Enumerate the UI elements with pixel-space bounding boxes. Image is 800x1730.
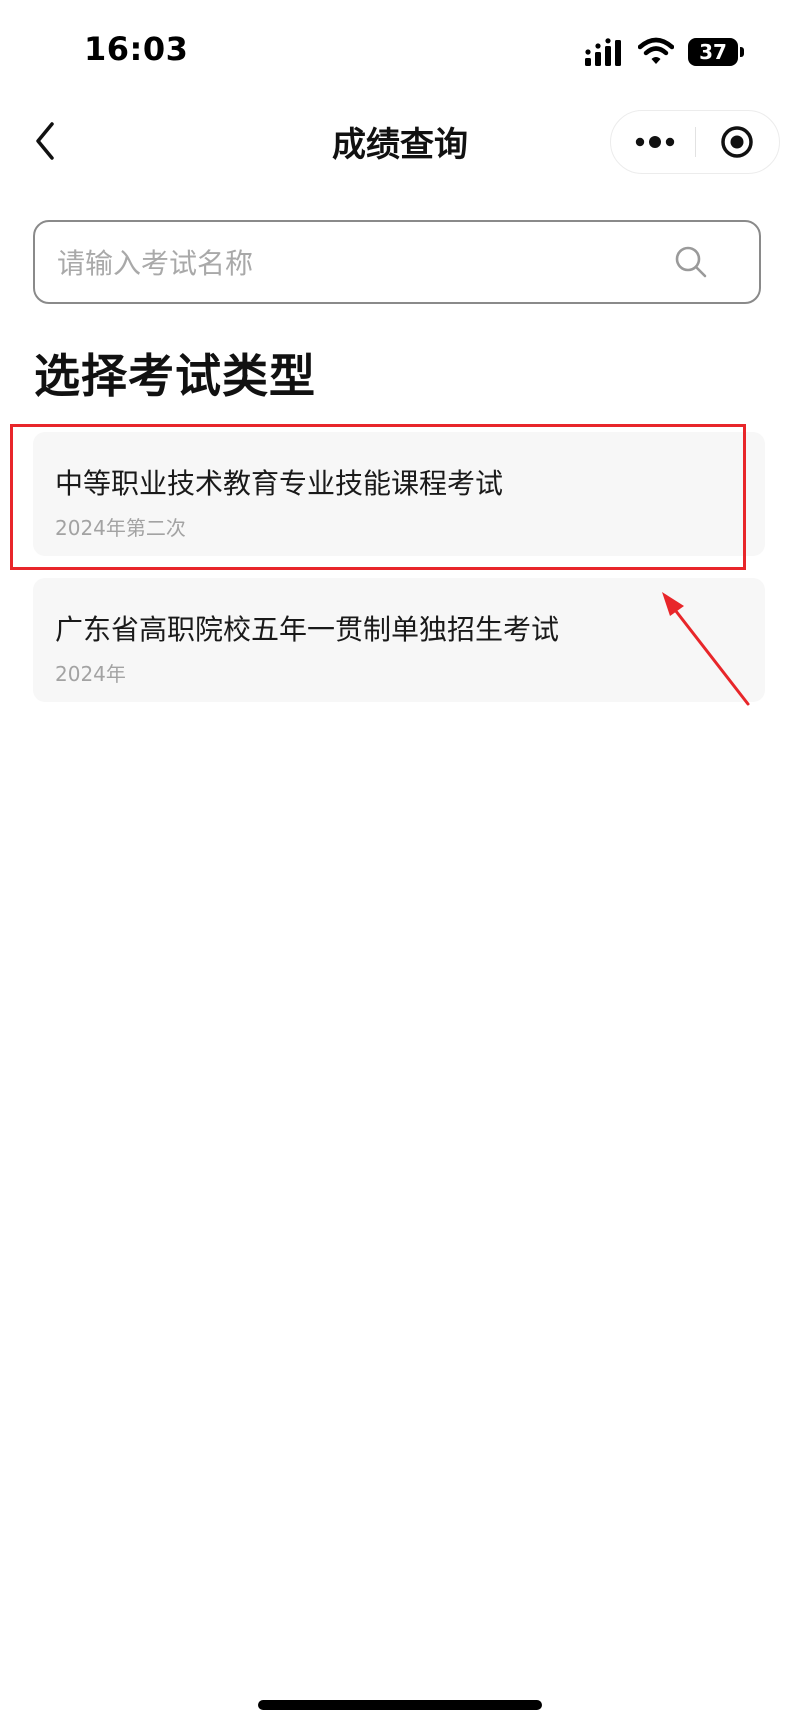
status-bar: 16:03 37 — [0, 0, 800, 100]
close-mini-program-button[interactable] — [696, 111, 779, 173]
home-indicator[interactable] — [258, 1700, 542, 1710]
exam-year: 2024年第二次 — [55, 516, 186, 540]
exam-name: 广东省高职院校五年一贯制单独招生考试 — [55, 613, 560, 646]
wifi-icon — [638, 37, 674, 64]
more-dots-icon — [635, 136, 675, 148]
section-title: 选择考试类型 — [34, 349, 316, 403]
exam-year: 2024年 — [55, 662, 126, 686]
more-button[interactable] — [611, 111, 695, 173]
search-input[interactable] — [55, 222, 679, 304]
battery-tip — [740, 47, 744, 57]
mini-program-capsule — [610, 110, 780, 174]
exam-name: 中等职业技术教育专业技能课程考试 — [55, 467, 504, 500]
signal-icon — [585, 38, 621, 66]
exam-list-item[interactable]: 广东省高职院校五年一贯制单独招生考试 2024年 — [33, 578, 765, 702]
status-time: 16:03 — [84, 30, 189, 68]
battery-icon: 37 — [688, 38, 744, 66]
search-box — [33, 220, 761, 304]
target-circle-icon — [721, 126, 753, 158]
exam-list-item[interactable]: 中等职业技术教育专业技能课程考试 2024年第二次 — [33, 432, 765, 556]
battery-level: 37 — [688, 38, 738, 66]
search-icon[interactable] — [671, 242, 711, 282]
